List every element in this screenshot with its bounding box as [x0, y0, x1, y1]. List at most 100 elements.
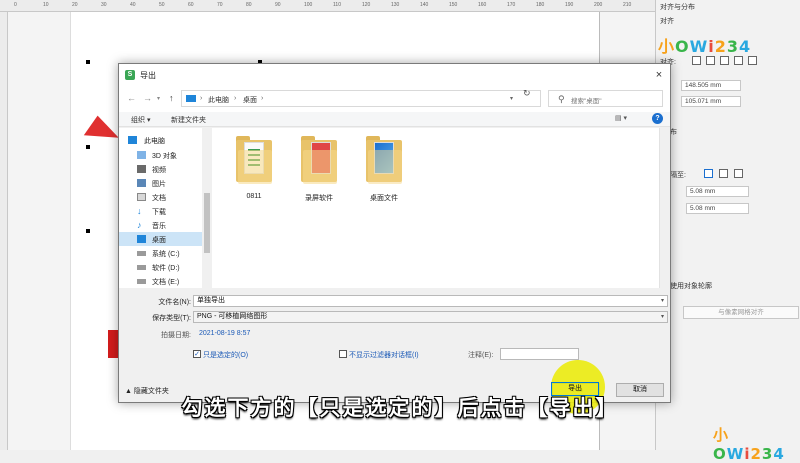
align-grid-icon[interactable]	[734, 56, 743, 65]
recent-locations-icon[interactable]: ▾	[157, 95, 160, 102]
nav-item-downloads[interactable]: ↓ 下载	[119, 204, 203, 218]
file-item-desktop-files[interactable]: 桌面文件	[349, 136, 419, 206]
dialog-titlebar[interactable]: S 导出 ×	[119, 64, 670, 86]
filename-input[interactable]: 单独导出 ▾	[193, 295, 668, 307]
position-x-input[interactable]: 148.505 mm	[681, 80, 741, 91]
nav-item-drive-d[interactable]: 软件 (D:)	[119, 260, 203, 274]
nav-item-drive-c[interactable]: 系统 (C:)	[119, 246, 203, 260]
ruler-tick-label: 180	[536, 2, 545, 8]
ruler-tick-label: 170	[507, 2, 516, 8]
file-name: 桌面文件	[370, 195, 398, 202]
date-label: 拍摄日期:	[161, 332, 191, 339]
use-object-outline-label[interactable]: 使用对象轮廓	[670, 281, 712, 291]
drive-icon	[137, 279, 146, 284]
music-icon: ♪	[137, 220, 142, 230]
nav-item-drive-e[interactable]: 文档 (E:)	[119, 274, 203, 288]
horizontal-ruler: 0 10 20 30 40 50 60 70 80 90 100 110 120 130 140 150 160…	[0, 0, 655, 12]
search-icon: ⚲	[558, 94, 565, 104]
breadcrumb-separator-icon: ›	[234, 95, 237, 102]
navigation-bar: ← → ▾ ↑ › 此电脑 › 桌面 › ▾ ↻ ⚲ 搜索"桌面"	[119, 86, 670, 112]
breadcrumb-computer[interactable]: 此电脑	[208, 95, 229, 105]
no-filter-dialog-checkbox[interactable]	[339, 350, 347, 358]
video-icon	[137, 165, 146, 173]
back-arrow-icon[interactable]: ←	[127, 93, 136, 103]
chevron-down-icon[interactable]: ▾	[661, 312, 664, 322]
nav-item-music[interactable]: ♪ 音乐	[119, 218, 203, 232]
computer-icon	[128, 136, 137, 144]
selection-handle[interactable]	[86, 145, 90, 149]
only-selected-checkbox[interactable]: ✓	[193, 350, 201, 358]
distribute-center-icon[interactable]	[719, 169, 728, 178]
vertical-spacing-input[interactable]: 5.08 mm	[686, 203, 749, 214]
chevron-down-icon[interactable]: ▾	[661, 296, 664, 306]
ruler-tick-label: 90	[275, 2, 281, 8]
file-item-0811[interactable]: 0811	[219, 136, 289, 206]
address-bar[interactable]: › 此电脑 › 桌面 › ▾	[181, 90, 541, 107]
app-icon: S	[125, 70, 135, 80]
organize-menu[interactable]: 组织 ▾	[131, 115, 150, 125]
ruler-tick-label: 30	[101, 2, 107, 8]
date-value[interactable]: 2021-08-19 8:57	[199, 330, 250, 337]
3d-objects-icon	[137, 151, 146, 159]
file-name: 0811	[246, 193, 262, 200]
nav-item-this-pc[interactable]: 此电脑	[119, 133, 203, 147]
folder-icon	[299, 136, 339, 184]
watermark-logo-top: 小OWi234	[658, 37, 752, 56]
breadcrumb-separator-icon: ›	[261, 95, 264, 102]
no-filter-dialog-label[interactable]: 不显示过滤器对话框(I)	[349, 350, 419, 360]
ruler-tick-label: 0	[14, 2, 17, 8]
nav-item-videos[interactable]: 视频	[119, 162, 203, 176]
horizontal-spacing-input[interactable]: 5.08 mm	[686, 186, 749, 197]
nav-item-desktop[interactable]: 桌面	[119, 232, 203, 246]
folder-icon	[364, 136, 404, 184]
up-arrow-icon[interactable]: ↑	[169, 93, 174, 103]
new-folder-button[interactable]: 新建文件夹	[171, 115, 206, 125]
only-selected-label[interactable]: 只是选定的(O)	[203, 350, 248, 360]
file-name: 录屏软件	[305, 195, 333, 202]
align-page-icon[interactable]	[748, 56, 757, 65]
position-y-input[interactable]: 105.071 mm	[681, 96, 741, 107]
align-right-icon[interactable]	[720, 56, 729, 65]
ruler-tick-label: 10	[43, 2, 49, 8]
export-dialog: S 导出 × ← → ▾ ↑ › 此电脑 › 桌面 › ▾ ↻ ⚲ 搜索"桌面"…	[118, 63, 671, 403]
forward-arrow-icon[interactable]: →	[143, 93, 152, 103]
scrollbar-thumb[interactable]	[204, 193, 210, 253]
panel-section-align: 对齐	[660, 18, 674, 25]
align-center-icon[interactable]	[706, 56, 715, 65]
ruler-tick-label: 110	[333, 2, 341, 8]
ruler-tick-label: 80	[246, 2, 252, 8]
close-button[interactable]: ×	[651, 67, 667, 83]
ruler-tick-label: 70	[217, 2, 223, 8]
address-dropdown-icon[interactable]: ▾	[510, 95, 513, 102]
nav-pane-scrollbar[interactable]	[202, 128, 212, 288]
ruler-tick-label: 190	[565, 2, 574, 8]
ruler-tick-label: 160	[478, 2, 487, 8]
align-to-pixel-grid-button[interactable]: 与像素网格对齐	[683, 306, 799, 319]
distribute-spacing-icon[interactable]	[704, 169, 713, 178]
nav-item-3d-objects[interactable]: 3D 对象	[119, 148, 203, 162]
ruler-tick-label: 120	[362, 2, 371, 8]
pictures-icon	[137, 179, 146, 187]
nav-item-pictures[interactable]: 图片	[119, 176, 203, 190]
nav-item-documents[interactable]: 文档	[119, 190, 203, 204]
note-input[interactable]	[500, 348, 579, 360]
refresh-icon[interactable]: ↻	[523, 88, 531, 99]
selection-handle[interactable]	[86, 229, 90, 233]
help-icon[interactable]: ?	[652, 113, 663, 124]
ruler-tick-label: 150	[449, 2, 458, 8]
ruler-tick-label: 100	[304, 2, 313, 8]
filetype-select[interactable]: PNG - 可移植网络图形 ▾	[193, 311, 668, 323]
ruler-tick-label: 210	[623, 2, 632, 8]
view-options-icon[interactable]: ▤ ▾	[615, 114, 637, 125]
distribute-edge-icon[interactable]	[734, 169, 743, 178]
align-left-icon[interactable]	[692, 56, 701, 65]
search-box[interactable]: ⚲ 搜索"桌面"	[548, 90, 663, 107]
drive-icon	[137, 251, 146, 256]
panel-section-distribute: 布	[670, 129, 677, 136]
breadcrumb-desktop[interactable]: 桌面	[243, 95, 257, 105]
selection-handle[interactable]	[86, 60, 90, 64]
file-pane-scrollbar[interactable]	[659, 128, 670, 288]
dialog-toolbar: 组织 ▾ 新建文件夹 ▤ ▾ ?	[119, 112, 670, 127]
file-item-screen-recorder[interactable]: 录屏软件	[284, 136, 354, 206]
drive-icon	[137, 265, 146, 270]
